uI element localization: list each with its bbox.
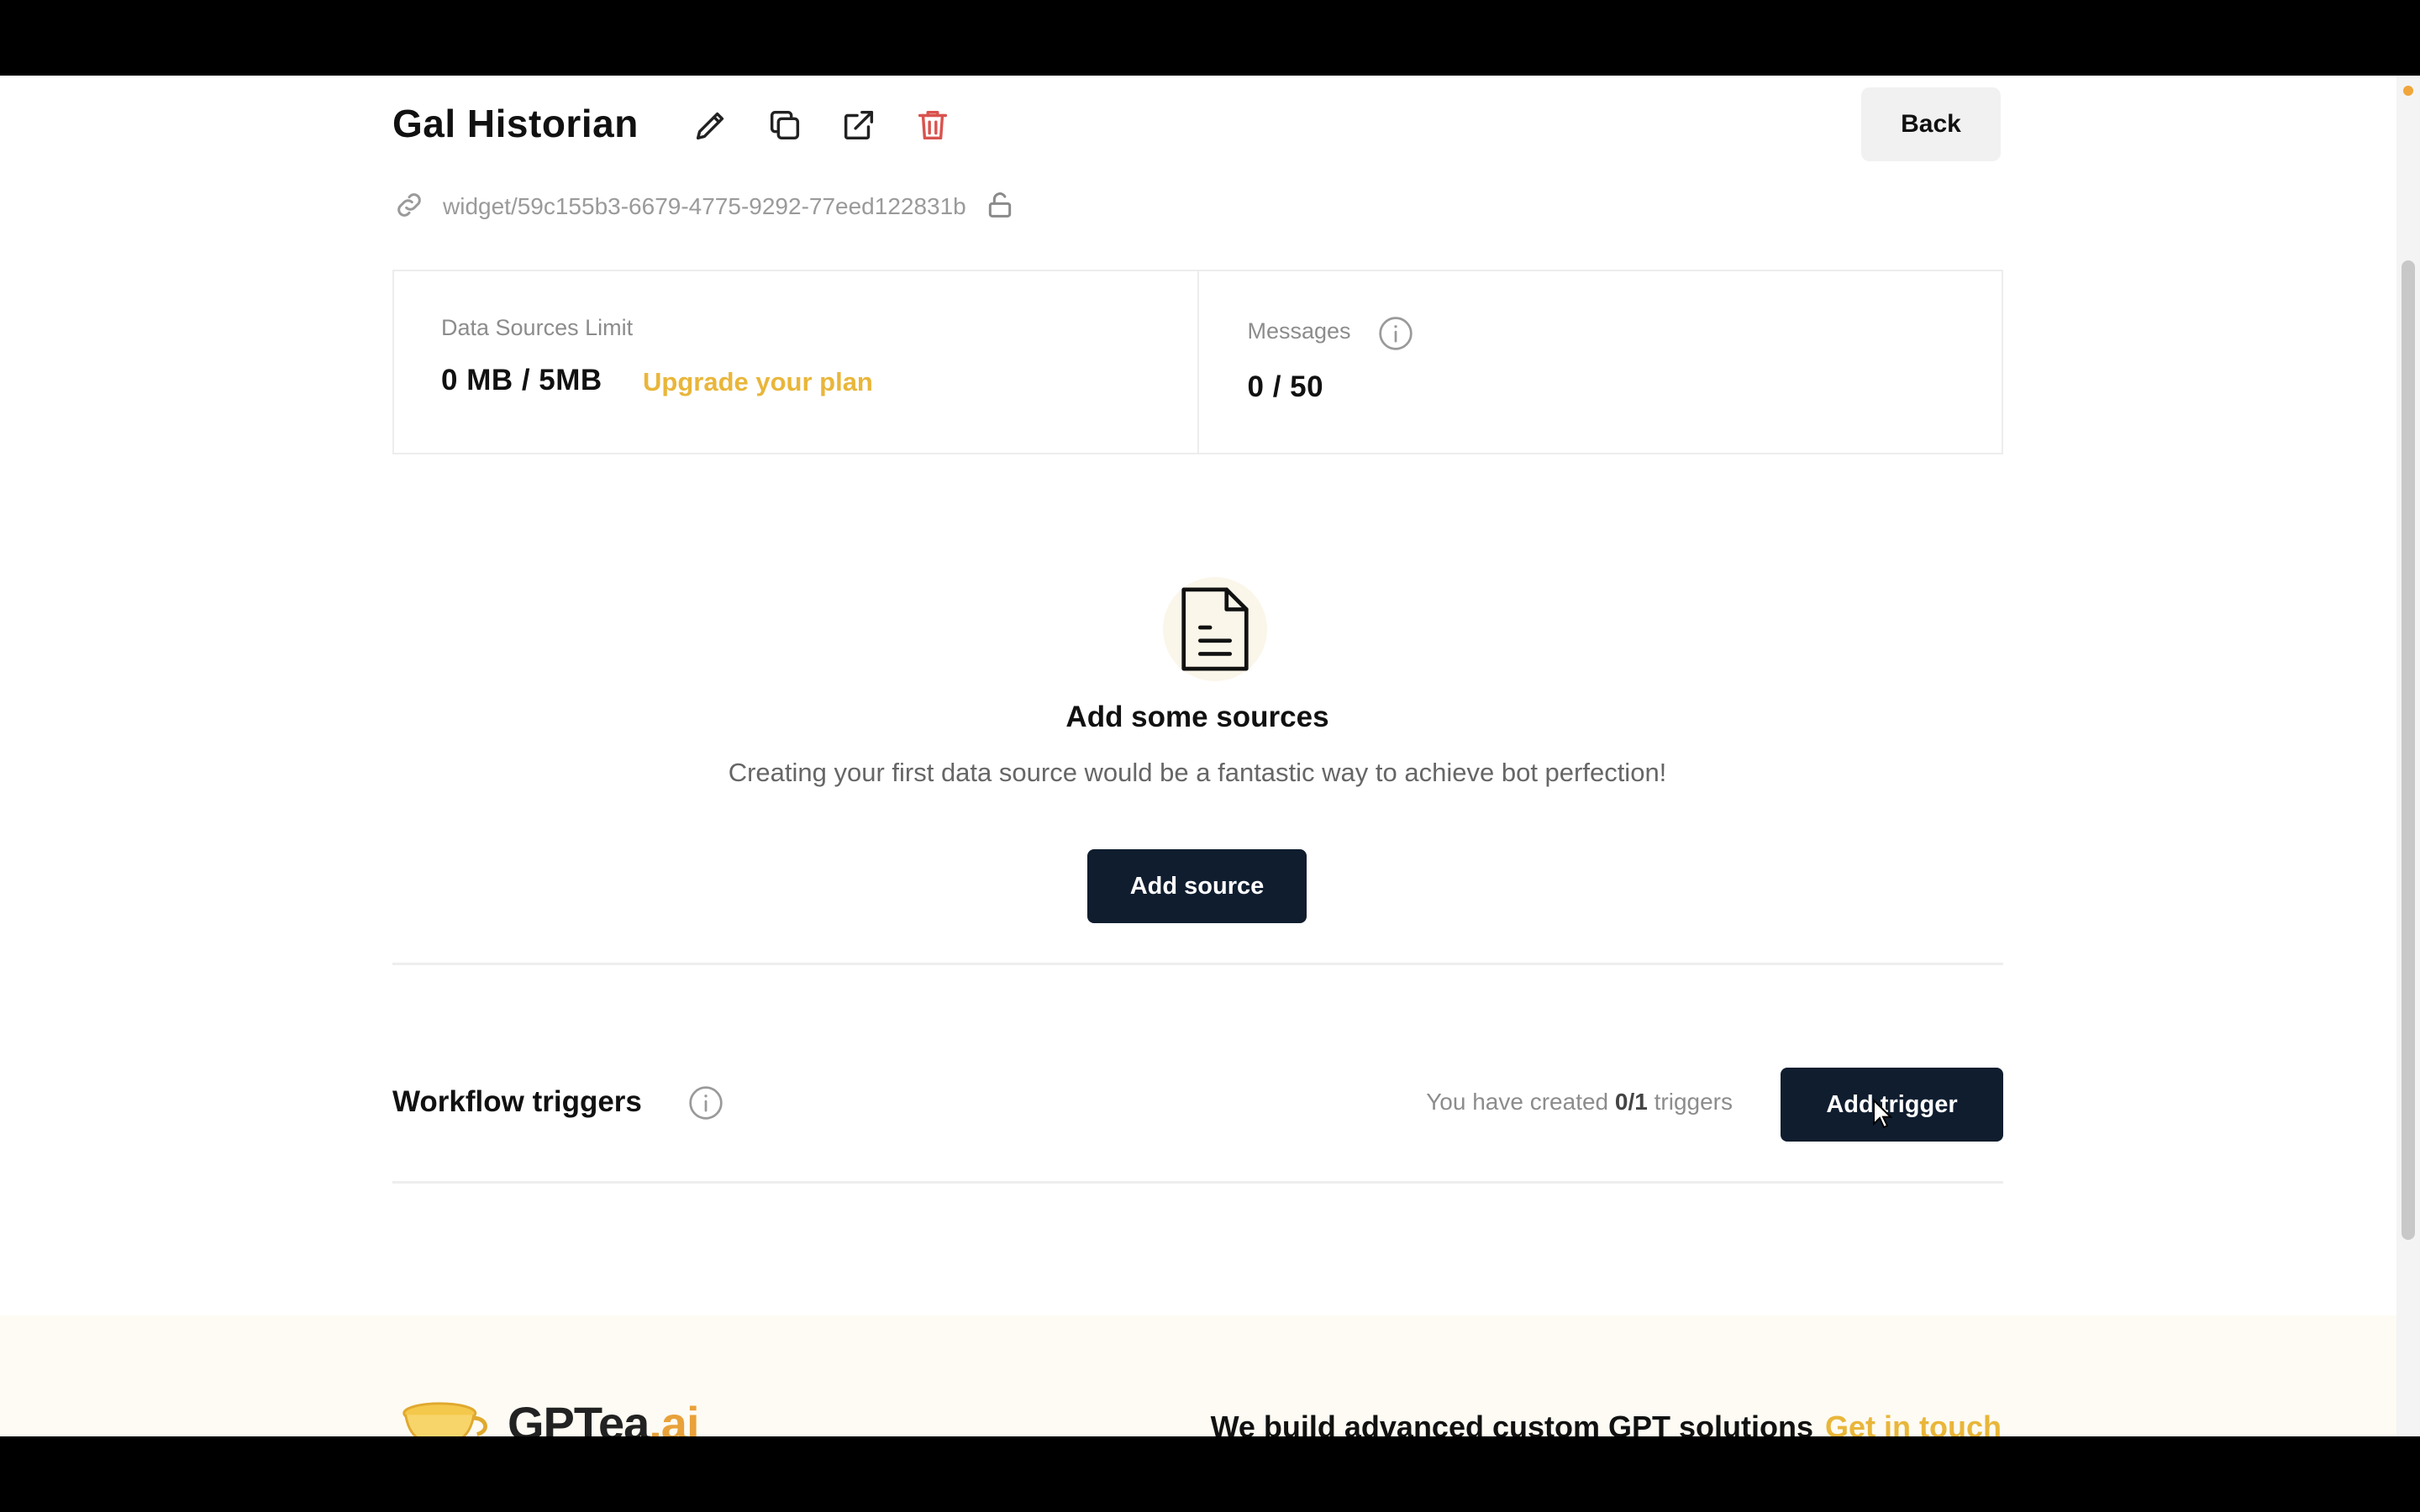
teacup-logo-icon [402,1402,487,1436]
link-icon [392,188,426,226]
info-icon[interactable] [687,1084,724,1121]
tagline-text: We build advanced custom GPT solutions [1210,1410,1813,1436]
letterbox-top [0,0,2420,76]
add-source-button[interactable]: Add source [1087,849,1307,923]
scrollbar-thumb[interactable] [2402,260,2415,1240]
widget-url: widget/59c155b3-6679-4775-9292-77eed1228… [443,193,966,219]
messages-value: 0 / 50 [1247,370,1324,403]
data-sources-value: 0 MB / 5MB [441,364,602,396]
upgrade-plan-link[interactable]: Upgrade your plan [643,367,873,397]
data-sources-stat: Data Sources Limit 0 MB / 5MB Upgrade yo… [394,271,1197,453]
section-divider [392,963,2003,965]
footer-logo[interactable]: GPTea.ai [397,1396,700,1437]
messages-stat: Messages 0 / 50 [1197,271,2002,453]
footer-tagline: We build advanced custom GPT solutions Ge… [1211,1410,2002,1436]
usage-stats-panel: Data Sources Limit 0 MB / 5MB Upgrade yo… [392,270,2003,454]
footer [0,1315,2396,1436]
page-title: Gal Historian [392,102,639,145]
logo-suffix: .ai [649,1396,699,1437]
mouse-cursor-icon [1873,1099,1893,1129]
page-scrollbar[interactable] [2396,76,2420,1436]
get-in-touch-link[interactable]: Get in touch [1825,1410,2002,1436]
back-button[interactable]: Back [1861,87,2001,161]
document-icon-badge [1163,577,1267,681]
trash-icon[interactable] [913,106,952,144]
trigger-count-suffix: triggers [1654,1089,1733,1115]
empty-state-title: Add some sources [1065,701,1329,733]
external-link-icon[interactable] [839,106,878,144]
trigger-count-prefix: You have created [1426,1089,1609,1115]
edit-icon[interactable] [692,106,730,144]
logo-text: GPTea.ai [508,1396,700,1437]
document-icon [1181,587,1249,671]
trigger-count-text: You have created 0/1 triggers [1426,1089,1733,1116]
lock-icon[interactable] [983,188,1017,226]
section-divider [392,1181,2003,1184]
copy-icon[interactable] [765,106,804,144]
empty-state-subtitle: Creating your first data source would be… [728,758,1667,787]
messages-label: Messages [1247,318,1351,344]
trigger-count-value: 0/1 [1614,1089,1648,1115]
workflow-triggers-title: Workflow triggers [392,1085,642,1118]
info-icon[interactable] [1377,315,1414,352]
widget-url-row: widget/59c155b3-6679-4775-9292-77eed1228… [392,183,1017,230]
notification-dot [2403,86,2413,96]
logo-name: GPTea [508,1396,650,1437]
page-viewport: Gal Historian Back widget/59c155b3-6679-… [0,76,2420,1436]
data-sources-label: Data Sources Limit [441,315,634,340]
letterbox-bottom [0,1436,2420,1512]
